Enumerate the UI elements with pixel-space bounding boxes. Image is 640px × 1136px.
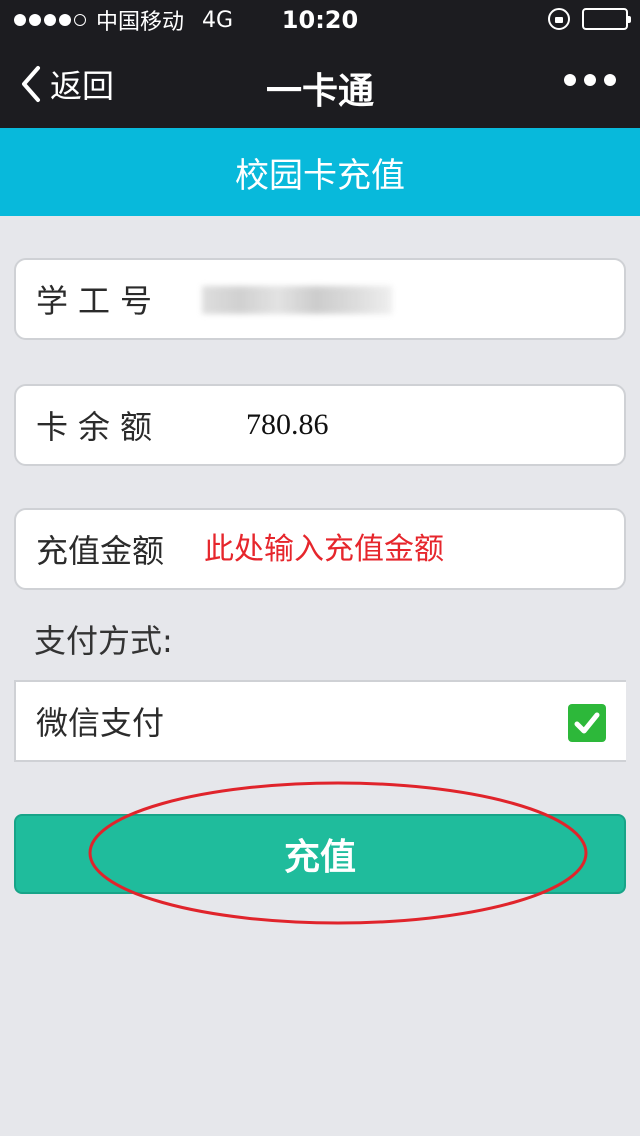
recharge-button-label: 充值 xyxy=(283,837,356,878)
section-header: 校园卡充值 xyxy=(0,128,640,216)
recharge-amount-field: 充值金额 xyxy=(14,508,626,590)
student-id-field: 学工号 xyxy=(14,258,626,340)
payment-checkbox[interactable] xyxy=(568,704,606,742)
payment-option-wechat[interactable]: 微信支付 xyxy=(14,680,626,762)
student-id-label: 学工号 xyxy=(36,282,163,320)
section-title: 校园卡充值 xyxy=(235,155,405,196)
network-type: 4G xyxy=(202,7,234,33)
recharge-amount-input[interactable] xyxy=(204,531,585,567)
balance-value: 780.86 xyxy=(246,408,329,441)
more-options-icon[interactable] xyxy=(564,74,616,86)
recharge-button[interactable]: 充值 xyxy=(14,814,626,894)
student-id-value-redacted xyxy=(202,286,392,314)
back-button[interactable]: 返回 xyxy=(18,62,114,106)
back-label: 返回 xyxy=(50,67,115,105)
balance-field: 卡余额 780.86 xyxy=(14,384,626,466)
rotation-lock-icon xyxy=(548,8,570,30)
payment-method-label: 支付方式: xyxy=(34,622,173,660)
chevron-left-icon xyxy=(22,66,40,102)
recharge-amount-label: 充值金额 xyxy=(36,532,165,570)
checkmark-icon xyxy=(574,712,600,734)
carrier-name: 中国移动 xyxy=(96,10,185,35)
balance-label: 卡余额 xyxy=(36,408,163,446)
status-bar: 中国移动 4G 10:20 xyxy=(0,0,640,40)
battery-icon xyxy=(582,8,631,30)
navigation-bar: 返回 一卡通 xyxy=(0,40,640,128)
signal-strength-icon xyxy=(14,14,86,26)
payment-option-label: 微信支付 xyxy=(36,704,165,742)
